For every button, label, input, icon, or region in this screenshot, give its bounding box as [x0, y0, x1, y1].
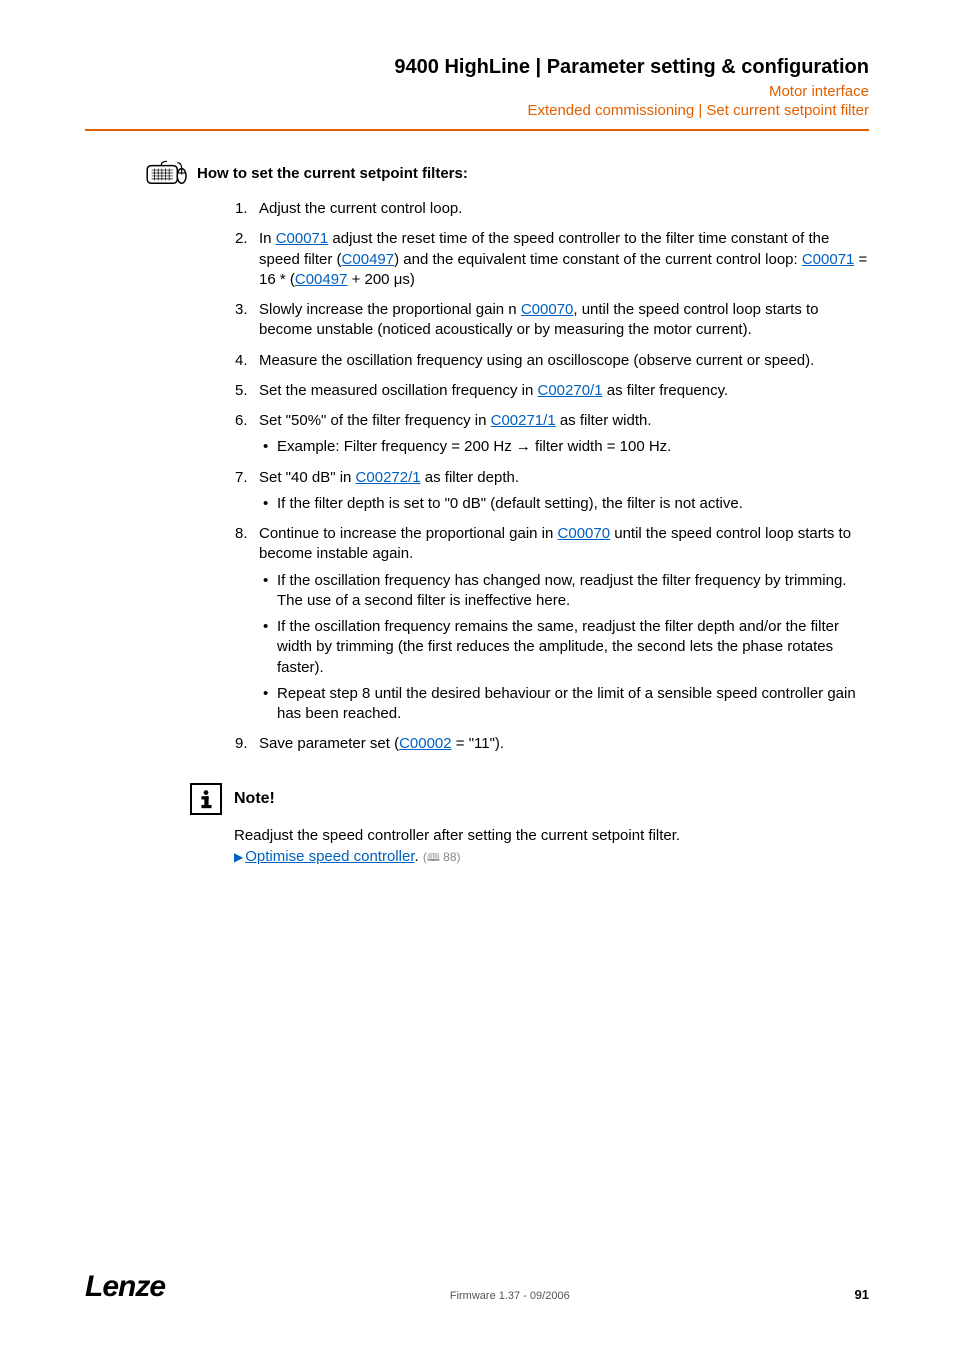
link-c00070-b[interactable]: C00070 [558, 525, 611, 542]
link-optimise-speed[interactable]: Optimise speed controller [245, 848, 414, 865]
footer: Lenze Firmware 1.37 - 09/2006 91 [85, 1270, 869, 1304]
step-text: Slowly increase the proportional gain n [259, 301, 521, 318]
page-subtitle-1: Motor interface [85, 83, 869, 100]
step-text: = "11"). [452, 735, 504, 752]
step-8-sub-1: If the oscillation frequency has changed… [259, 571, 869, 612]
page-number: 91 [855, 1287, 869, 1302]
link-c00002[interactable]: C00002 [399, 735, 452, 752]
link-c00071[interactable]: C00071 [276, 230, 329, 247]
header-rule [85, 129, 869, 131]
step-5: Set the measured oscillation frequency i… [235, 381, 869, 401]
procedure-heading-row: How to set the current setpoint filters: [145, 159, 869, 187]
steps-list: Adjust the current control loop. In C000… [235, 199, 869, 755]
step-7-sub-1: If the filter depth is set to "0 dB" (de… [259, 494, 869, 514]
note-label: Note! [234, 790, 275, 808]
step-7: Set "40 dB" in C00272/1 as filter depth.… [235, 468, 869, 515]
step-4: Measure the oscillation frequency using … [235, 351, 869, 371]
step-8-sub-3: Repeat step 8 until the desired behaviou… [259, 684, 869, 725]
step-9: Save parameter set (C00002 = "11"). [235, 734, 869, 754]
page-ref-num: 88 [443, 850, 456, 864]
link-c00070[interactable]: C00070 [521, 301, 574, 318]
step-2: In C00071 adjust the reset time of the s… [235, 229, 869, 290]
brand-logo: Lenze [85, 1270, 165, 1304]
sub-text: Example: Filter frequency = 200 Hz → fil… [277, 438, 671, 455]
link-c00271-1[interactable]: C00271/1 [491, 412, 556, 429]
step-8: Continue to increase the proportional ga… [235, 524, 869, 724]
triangle-icon: ▶ [234, 850, 243, 864]
step-8-sub-2: If the oscillation frequency remains the… [259, 617, 869, 678]
step-text: as filter frequency. [603, 382, 729, 399]
step-text: Adjust the current control loop. [259, 200, 462, 217]
info-icon [190, 783, 222, 815]
step-text: Measure the oscillation frequency using … [259, 352, 814, 369]
step-text: as filter depth. [421, 469, 519, 486]
sub-text: If the oscillation frequency has changed… [277, 572, 846, 609]
step-text: Continue to increase the proportional ga… [259, 525, 558, 542]
note-block: Note! Readjust the speed controller afte… [190, 783, 869, 867]
keyboard-mouse-icon [145, 159, 189, 187]
book-icon: 🕮 [427, 852, 440, 864]
page-ref: (🕮 88) [423, 850, 461, 864]
page-subtitle-2: Extended commissioning | Set current set… [85, 102, 869, 119]
sub-text: If the filter depth is set to "0 dB" (de… [277, 495, 743, 512]
step-text: Set the measured oscillation frequency i… [259, 382, 538, 399]
step-text: Set "40 dB" in [259, 469, 356, 486]
procedure-heading: How to set the current setpoint filters: [197, 165, 468, 182]
step-text: as filter width. [556, 412, 652, 429]
link-c00497[interactable]: C00497 [342, 251, 395, 268]
step-text: ) and the equivalent time constant of th… [394, 251, 802, 268]
step-6-sub-1: Example: Filter frequency = 200 Hz → fil… [259, 437, 869, 457]
step-text: Set "50%" of the filter frequency in [259, 412, 491, 429]
step-6: Set "50%" of the filter frequency in C00… [235, 411, 869, 458]
sub-text: Repeat step 8 until the desired behaviou… [277, 685, 856, 722]
step-text: In [259, 230, 276, 247]
step-1: Adjust the current control loop. [235, 199, 869, 219]
firmware-text: Firmware 1.37 - 09/2006 [450, 1290, 570, 1302]
link-c00272-1[interactable]: C00272/1 [356, 469, 421, 486]
step-3: Slowly increase the proportional gain n … [235, 300, 869, 341]
note-link-suffix: . [414, 848, 418, 865]
sub-text: If the oscillation frequency remains the… [277, 618, 839, 676]
link-c00071-b[interactable]: C00071 [802, 251, 855, 268]
link-c00497-b[interactable]: C00497 [295, 271, 348, 288]
link-c00270-1[interactable]: C00270/1 [538, 382, 603, 399]
step-text: Save parameter set ( [259, 735, 399, 752]
page-title: 9400 HighLine | Parameter setting & conf… [85, 56, 869, 79]
note-body-text: Readjust the speed controller after sett… [234, 825, 869, 846]
step-text: + 200 μs) [347, 271, 414, 288]
